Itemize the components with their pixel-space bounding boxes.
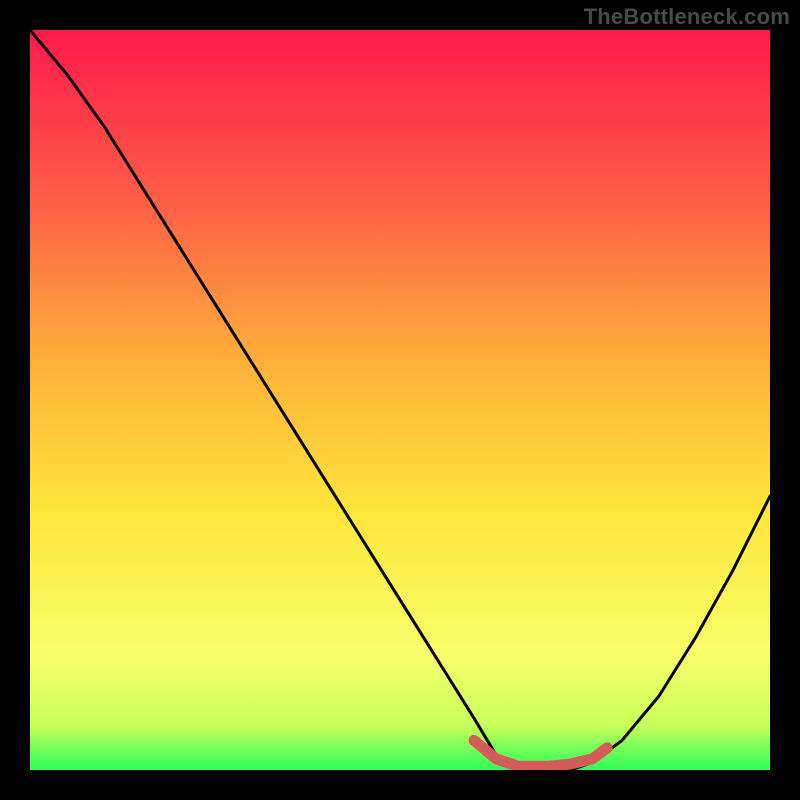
gradient-background (30, 30, 770, 770)
plot-svg (30, 30, 770, 770)
plot-area (30, 30, 770, 770)
watermark-text: TheBottleneck.com (584, 4, 790, 30)
chart-frame: TheBottleneck.com (0, 0, 800, 800)
